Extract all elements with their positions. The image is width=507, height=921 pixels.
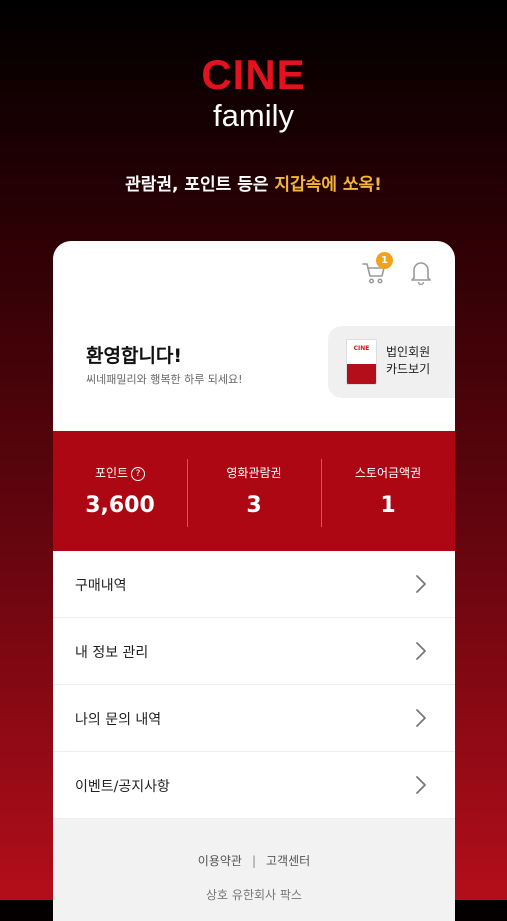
footer-company: 상호 유한회사 팍스 <box>206 888 302 902</box>
welcome-title: 환영합니다! <box>86 345 183 367</box>
corporate-card-line2: 카드보기 <box>386 362 431 376</box>
menu-item-my-inquiries[interactable]: 나의 문의 내역 <box>53 685 455 752</box>
logo-family: family <box>213 98 294 133</box>
stat-store-vouchers[interactable]: 스토어금액권 1 <box>321 431 455 551</box>
chevron-right-icon <box>416 642 426 660</box>
menu-item-label: 내 정보 관리 <box>75 645 149 661</box>
stat-movie-tickets-value: 3 <box>246 493 262 518</box>
footer-separator: | <box>251 854 257 868</box>
corporate-card-label: 법인회원 카드보기 <box>386 344 430 378</box>
menu-list: 구매내역 내 정보 관리 나의 문의 내역 이벤트/공지사항 <box>53 551 455 819</box>
corporate-card-line1: 법인회원 <box>386 345 431 359</box>
stat-points-value: 3,600 <box>85 493 155 518</box>
terms-link[interactable]: 이용약관 <box>198 854 242 868</box>
chevron-right-icon <box>416 709 426 727</box>
chevron-right-icon <box>416 575 426 593</box>
bell-icon[interactable] <box>409 259 433 285</box>
footer: 이용약관 | 고객센터 상호 유한회사 팍스 <box>53 819 455 921</box>
stat-movie-tickets-label: 영화관람권 <box>226 466 282 480</box>
menu-item-label: 이벤트/공지사항 <box>75 779 170 795</box>
menu-item-label: 나의 문의 내역 <box>75 712 162 728</box>
tagline-highlight: 지갑속에 쏘옥! <box>274 175 382 195</box>
menu-item-my-info[interactable]: 내 정보 관리 <box>53 618 455 685</box>
wallet-stats: 포인트? 3,600 영화관람권 3 스토어금액권 1 <box>53 431 455 551</box>
tagline: 관람권, 포인트 등은 지갑속에 쏘옥! <box>0 170 507 195</box>
stat-points-label: 포인트? <box>53 464 187 481</box>
membership-card-icon: CINE <box>346 339 377 385</box>
stat-store-vouchers-label: 스토어금액권 <box>354 466 422 480</box>
stat-store-vouchers-value: 1 <box>380 493 396 518</box>
footer-links: 이용약관 | 고객센터 <box>53 852 455 869</box>
cart-badge: 1 <box>376 252 393 269</box>
wallet-card: 1 환영합니다! 씨네패밀리와 행복한 하루 되세요! CINE 법인회원 카드… <box>53 241 455 921</box>
tagline-text: 관람권, 포인트 등은 <box>125 175 275 195</box>
customer-center-link[interactable]: 고객센터 <box>266 854 310 868</box>
corporate-card-button[interactable]: CINE 법인회원 카드보기 <box>328 326 455 398</box>
menu-item-label: 구매내역 <box>75 578 127 594</box>
stat-points[interactable]: 포인트? 3,600 <box>53 431 187 551</box>
points-label-text: 포인트 <box>94 466 129 480</box>
logo-cine: CINE <box>201 51 306 98</box>
menu-item-purchase-history[interactable]: 구매내역 <box>53 551 455 618</box>
help-icon[interactable]: ? <box>131 467 146 481</box>
chevron-right-icon <box>416 776 426 794</box>
card-thumb-logo: CINE <box>353 345 370 352</box>
stat-movie-tickets[interactable]: 영화관람권 3 <box>187 431 321 551</box>
welcome-subtitle: 씨네패밀리와 행복한 하루 되세요! <box>86 373 243 386</box>
menu-item-events-notices[interactable]: 이벤트/공지사항 <box>53 752 455 819</box>
